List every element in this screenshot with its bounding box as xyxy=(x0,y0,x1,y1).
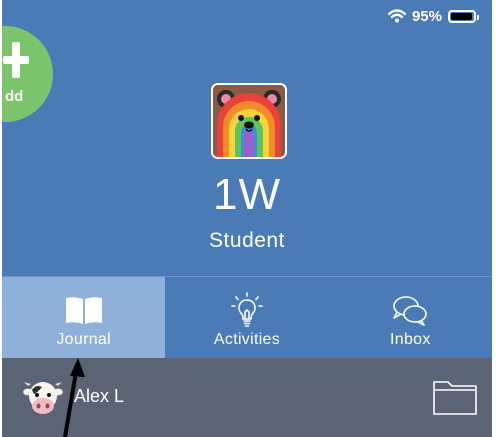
battery-percentage: 95% xyxy=(411,7,442,25)
tab-journal-label: Journal xyxy=(56,331,111,348)
plus-icon xyxy=(3,38,29,84)
cow-face-icon[interactable] xyxy=(22,376,64,418)
wifi-icon xyxy=(387,9,406,23)
add-button-label: dd xyxy=(5,88,24,105)
profile-role: Student xyxy=(209,229,285,252)
tab-journal[interactable]: Journal xyxy=(2,277,166,359)
book-icon xyxy=(65,297,102,324)
chat-bubbles-icon xyxy=(393,296,428,326)
folder-icon[interactable] xyxy=(432,376,478,416)
tab-activities[interactable]: Activities xyxy=(165,277,328,359)
battery-level xyxy=(451,12,472,20)
battery-icon xyxy=(448,9,479,23)
bottom-bar: Alex L xyxy=(2,358,492,437)
rainbow-bear-avatar xyxy=(213,85,285,157)
tab-inbox-label: Inbox xyxy=(390,331,431,348)
app-frame: 95% dd 1W Student Journal Activities Inb… xyxy=(2,0,492,437)
tab-bar: Journal Activities Inbox xyxy=(2,276,492,359)
lightbulb-icon xyxy=(231,292,263,327)
user-name[interactable]: Alex L xyxy=(74,386,124,407)
profile-name: 1W xyxy=(213,170,281,219)
add-button[interactable]: dd xyxy=(2,26,53,122)
status-bar: 95% xyxy=(387,6,479,26)
tab-activities-label: Activities xyxy=(213,331,281,348)
avatar[interactable] xyxy=(211,83,287,159)
tab-inbox[interactable]: 8 Inbox xyxy=(329,277,492,359)
